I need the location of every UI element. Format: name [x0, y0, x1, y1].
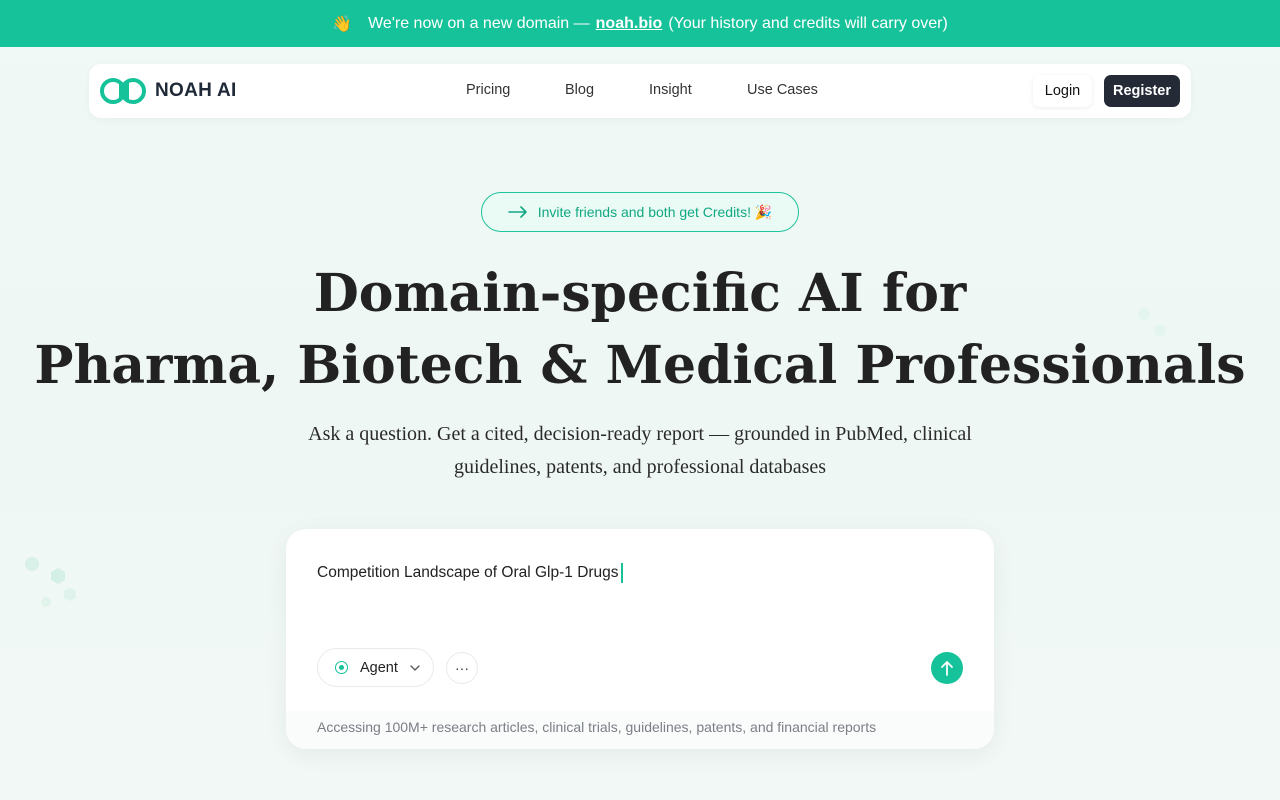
invite-friends-banner[interactable]: Invite friends and both get Credits! 🎉 [481, 192, 799, 232]
hero-title-line-2: Pharma, Biotech & Medical Professionals [34, 335, 1246, 396]
invite-text: Invite friends and both get Credits! 🎉 [537, 203, 773, 220]
top-navbar: NOAH AI Pricing Blog Insight Use Cases L… [89, 64, 1191, 118]
login-button[interactable]: Login [1033, 75, 1092, 107]
waving-hand-icon: 👋 [332, 15, 353, 33]
mode-label: Agent [360, 659, 398, 676]
hero-title-line-1: Domain-specific AI for [313, 263, 967, 324]
more-options-button[interactable]: ··· [446, 652, 478, 684]
hero-subtitle-line-1: Ask a question. Get a cited, decision-re… [308, 423, 972, 445]
hero-subtitle: Ask a question. Get a cited, decision-re… [280, 418, 1000, 484]
announcement-note: (Your history and credits will carry ove… [668, 14, 948, 32]
mode-selector-agent[interactable]: Agent [317, 648, 434, 687]
new-domain-link[interactable]: noah.bio [596, 15, 663, 33]
nav-links: Pricing Blog Insight Use Cases [89, 64, 1191, 118]
nav-link-pricing[interactable]: Pricing [466, 82, 510, 98]
chevron-down-icon [410, 664, 420, 671]
send-button[interactable] [931, 652, 963, 684]
search-card: Competition Landscape of Oral Glp-1 Drug… [286, 529, 994, 749]
text-caret [620, 563, 623, 583]
nav-link-insight[interactable]: Insight [649, 82, 692, 98]
search-footer-note: Accessing 100M+ research articles, clini… [286, 711, 994, 749]
nav-link-blog[interactable]: Blog [565, 82, 594, 98]
search-input[interactable]: Competition Landscape of Oral Glp-1 Drug… [317, 563, 623, 583]
arrow-up-icon [941, 661, 953, 676]
announcement-bar: 👋 We're now on a new domain — noah.bio (… [0, 0, 1280, 47]
announcement-text: We're now on a new domain — [368, 14, 590, 32]
hero-title: Domain-specific AI for Pharma, Biotech &… [0, 258, 1280, 402]
decorative-hexagons-left [25, 557, 76, 607]
nav-link-use-cases[interactable]: Use Cases [747, 82, 818, 98]
hero-subtitle-line-2: guidelines, patents, and professional da… [453, 456, 827, 478]
arrow-right-icon [507, 206, 527, 218]
register-button[interactable]: Register [1104, 75, 1180, 107]
search-input-value: Competition Landscape of Oral Glp-1 Drug… [317, 564, 619, 581]
agent-radio-icon [335, 661, 348, 674]
